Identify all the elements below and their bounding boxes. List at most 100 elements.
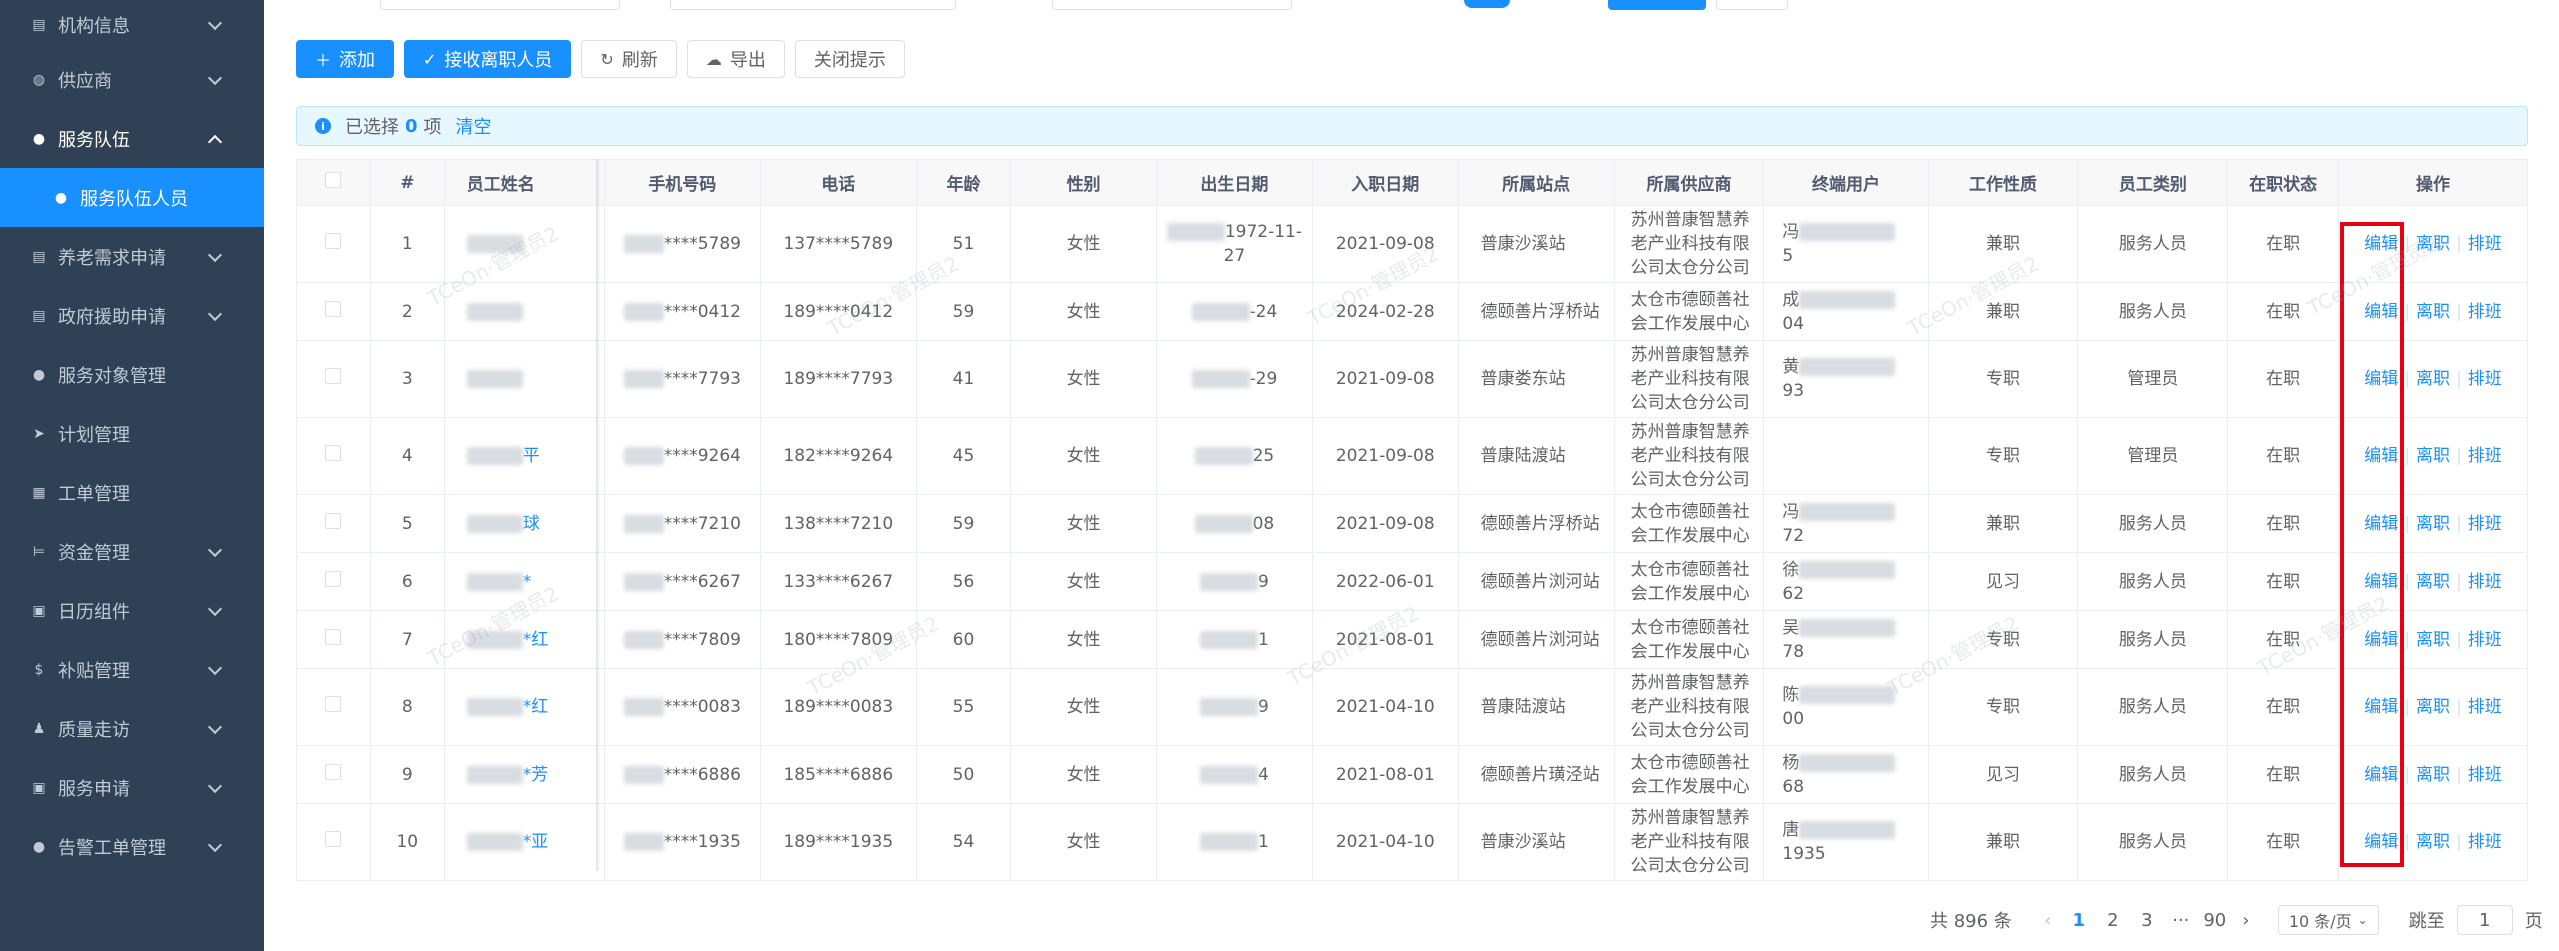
row-select[interactable]: [296, 282, 371, 341]
page-number[interactable]: 2: [2098, 910, 2128, 931]
receive-resigned-button[interactable]: ✓ 接收离职人员: [404, 40, 572, 78]
schedule-link[interactable]: 排班: [2468, 630, 2502, 650]
schedule-link[interactable]: 排班: [2468, 446, 2502, 466]
staff-name-value[interactable]: *红: [523, 697, 549, 717]
page-number[interactable]: 3: [2132, 910, 2162, 931]
staff-name-value[interactable]: *: [523, 572, 532, 592]
sidebar-item-10[interactable]: ▣ 日历组件: [0, 581, 264, 640]
age: 55: [916, 668, 1012, 746]
page-size-select[interactable]: 10 条/页 ⌄: [2277, 905, 2379, 935]
clear-selection-link[interactable]: 清空: [456, 113, 492, 139]
sidebar-item-14[interactable]: ● 告警工单管理: [0, 817, 264, 876]
sidebar-item-6[interactable]: ● 服务对象管理: [0, 345, 264, 404]
schedule-link[interactable]: 排班: [2468, 832, 2502, 852]
staff-name-value[interactable]: *红: [523, 630, 549, 650]
sidebar-item-2[interactable]: ● 服务队伍: [0, 109, 264, 168]
masked-birth-block: [1200, 698, 1258, 716]
row-checkbox[interactable]: [325, 570, 342, 587]
staff-name[interactable]: 平: [444, 417, 605, 495]
row-select[interactable]: [296, 205, 371, 283]
sidebar-item-13[interactable]: ▣ 服务申请: [0, 758, 264, 817]
row-select[interactable]: [296, 610, 371, 669]
sidebar-item-11[interactable]: $ 补贴管理: [0, 640, 264, 699]
sidebar-item-1[interactable]: ◍ 供应商: [0, 50, 264, 109]
row-select[interactable]: [296, 494, 371, 553]
row-checkbox[interactable]: [325, 512, 342, 529]
sidebar-item-3[interactable]: ● 服务队伍人员: [0, 168, 264, 227]
row-select[interactable]: [296, 340, 371, 418]
sidebar-item-8[interactable]: ▦ 工单管理: [0, 463, 264, 522]
resign-link[interactable]: 离职: [2416, 765, 2450, 785]
next-page-icon[interactable]: ›: [2232, 910, 2260, 931]
row-checkbox[interactable]: [325, 233, 342, 249]
work-nature-value: 兼职: [1986, 513, 2021, 534]
row-checkbox[interactable]: [325, 628, 342, 645]
column-header: 所属供应商: [1614, 159, 1765, 206]
schedule-link[interactable]: 排班: [2468, 369, 2502, 389]
resign-link[interactable]: 离职: [2416, 572, 2450, 592]
sidebar-item-5[interactable]: ▤ 政府援助申请: [0, 286, 264, 345]
row-checkbox[interactable]: [325, 831, 342, 847]
staff-name-value[interactable]: 球: [523, 514, 540, 534]
jump-page-input[interactable]: 1: [2456, 905, 2513, 935]
filter-input-2[interactable]: [670, 0, 956, 10]
sidebar-item-12[interactable]: ♟ 质量走访: [0, 699, 264, 758]
page-number[interactable]: 90: [2200, 910, 2230, 931]
staff-name[interactable]: [444, 282, 605, 341]
resign-link[interactable]: 离职: [2416, 446, 2450, 466]
close-tip-button[interactable]: 关闭提示: [794, 40, 905, 78]
staff-name[interactable]: *芳: [444, 745, 605, 804]
row-checkbox[interactable]: [325, 368, 342, 384]
staff-name[interactable]: [444, 340, 605, 418]
staff-name[interactable]: *: [444, 552, 605, 611]
schedule-link[interactable]: 排班: [2468, 765, 2502, 785]
sidebar-item-0[interactable]: ▤ 机构信息: [0, 0, 264, 50]
schedule-link[interactable]: 排班: [2468, 697, 2502, 717]
sidebar-item-9[interactable]: ⊨ 资金管理: [0, 522, 264, 581]
filter-input-1[interactable]: [380, 0, 620, 10]
row-checkbox[interactable]: [325, 696, 342, 712]
resign-link[interactable]: 离职: [2416, 697, 2450, 717]
sidebar-item-7[interactable]: ➤ 计划管理: [0, 404, 264, 463]
schedule-link[interactable]: 排班: [2468, 234, 2502, 254]
row-select[interactable]: [296, 552, 371, 611]
resign-link[interactable]: 离职: [2416, 369, 2450, 389]
row-checkbox[interactable]: [325, 445, 342, 461]
resign-link[interactable]: 离职: [2416, 302, 2450, 322]
staff-name-value[interactable]: 平: [523, 446, 540, 466]
export-button[interactable]: ☁ 导出: [686, 40, 785, 78]
row-checkbox[interactable]: [325, 300, 342, 317]
more-pages[interactable]: ···: [2166, 910, 2196, 931]
masked-birth-block: [1191, 370, 1250, 388]
sidebar-item-4[interactable]: ▤ 养老需求申请: [0, 227, 264, 286]
row-select[interactable]: [296, 803, 371, 881]
filter-input-3[interactable]: [1052, 0, 1292, 10]
staff-name[interactable]: *红: [444, 610, 605, 669]
resign-link[interactable]: 离职: [2416, 234, 2450, 254]
row-select[interactable]: [296, 417, 371, 495]
staff-name[interactable]: [444, 205, 605, 283]
schedule-link[interactable]: 排班: [2468, 572, 2502, 592]
staff-name-value[interactable]: *亚: [523, 832, 549, 852]
staff-name[interactable]: 球: [444, 494, 605, 553]
row-select[interactable]: [296, 668, 371, 746]
search-button[interactable]: [1608, 0, 1706, 10]
add-button[interactable]: ＋ 添加: [296, 40, 395, 78]
staff-name-value[interactable]: *芳: [523, 765, 549, 785]
schedule-link[interactable]: 排班: [2468, 514, 2502, 534]
page-number[interactable]: 1: [2064, 910, 2094, 931]
select-all-checkbox[interactable]: [325, 172, 342, 188]
resign-link[interactable]: 离职: [2416, 514, 2450, 534]
prev-page-icon[interactable]: ‹: [2034, 910, 2062, 931]
staff-name[interactable]: *亚: [444, 803, 605, 881]
mobile: ****1935: [604, 803, 761, 881]
row-checkbox[interactable]: [325, 763, 342, 780]
row-select[interactable]: [296, 745, 371, 804]
schedule-link[interactable]: 排班: [2468, 302, 2502, 322]
resign-link[interactable]: 离职: [2416, 832, 2450, 852]
staff-name[interactable]: *红: [444, 668, 605, 746]
refresh-button[interactable]: ↻ 刷新: [581, 40, 677, 78]
resign-link[interactable]: 离职: [2416, 630, 2450, 650]
filter-toggle[interactable]: [1464, 0, 1510, 8]
reset-button[interactable]: [1716, 0, 1788, 10]
